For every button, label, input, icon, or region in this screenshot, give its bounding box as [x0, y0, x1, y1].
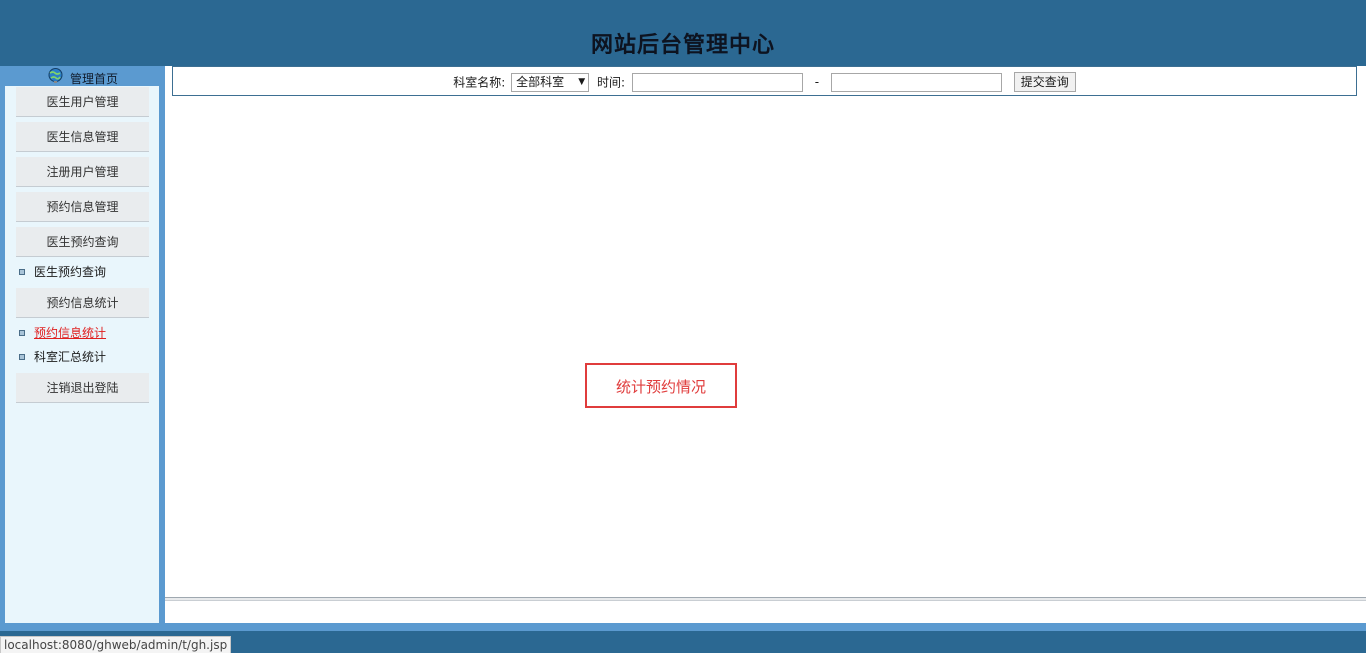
sidebar-link-doctor-query[interactable]: 医生预约查询 [19, 263, 106, 281]
sidebar-item-logout[interactable]: 注销退出登陆 [16, 373, 149, 403]
dept-label: 科室名称: [453, 75, 506, 90]
sidebar-item-doctor-appointment-query[interactable]: 医生预约查询 [16, 227, 149, 257]
start-date-input[interactable] [631, 72, 803, 92]
bullet-icon [19, 330, 25, 336]
dropdown-arrow-icon: ▼ [578, 76, 586, 87]
submit-query-button[interactable]: 提交查询 [1013, 72, 1076, 92]
sidebar-link-dept-summary[interactable]: 科室汇总统计 [19, 348, 106, 366]
sidebar-item-registered-users[interactable]: 注册用户管理 [16, 157, 149, 187]
sidebar-link-label: 预约信息统计 [34, 326, 107, 340]
site-title: 网站后台管理中心 [590, 33, 775, 58]
sidebar-home-label: 管理首页 [70, 72, 119, 86]
stats-summary-box: 统计预约情况 [585, 363, 737, 408]
dept-select-value: 全部科室 [516, 74, 565, 89]
main-content: 科室名称: 全部科室 ▼ 时间: - 提交查询 统计预约情况 [165, 66, 1366, 623]
bullet-icon [19, 269, 25, 275]
sidebar-item-appointment-info[interactable]: 预约信息管理 [16, 192, 149, 222]
filter-bar: 科室名称: 全部科室 ▼ 时间: - 提交查询 [172, 66, 1357, 96]
globe-icon [48, 68, 63, 83]
filter-row: 科室名称: 全部科室 ▼ 时间: - 提交查询 [173, 72, 1356, 92]
date-separator: - [814, 75, 820, 89]
sidebar-home[interactable]: 管理首页 [5, 66, 159, 86]
sidebar-link-appointment-stats[interactable]: 预约信息统计 [19, 324, 106, 342]
sidebar-item-appointment-stats[interactable]: 预约信息统计 [16, 288, 149, 318]
sidebar-link-label: 医生预约查询 [34, 265, 107, 279]
dept-select[interactable]: 全部科室 ▼ [511, 72, 590, 92]
status-bar-url: localhost:8080/ghweb/admin/t/gh.jsp [0, 636, 232, 653]
end-date-input[interactable] [830, 72, 1002, 92]
page-header: 网站后台管理中心 [0, 0, 1366, 66]
time-label: 时间: [596, 75, 626, 90]
sidebar-item-doctor-users[interactable]: 医生用户管理 [16, 87, 149, 117]
sidebar-link-label: 科室汇总统计 [34, 350, 107, 364]
sidebar-item-doctor-info[interactable]: 医生信息管理 [16, 122, 149, 152]
bullet-icon [19, 354, 25, 360]
sidebar: 管理首页 医生用户管理 医生信息管理 注册用户管理 预约信息管理 医生预约查询 … [5, 66, 159, 623]
content-scroll-divider [165, 597, 1366, 601]
